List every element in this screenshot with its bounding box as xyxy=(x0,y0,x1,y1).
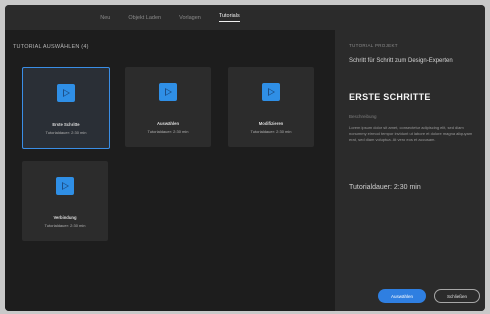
tutorial-card-erste-schritte[interactable]: Erste Schritte Tutorialdauer: 2:30 min xyxy=(22,67,110,149)
details-panel: TUTORIAL PROJEKT Schritt für Schritt zum… xyxy=(335,5,485,311)
play-icon xyxy=(57,84,75,102)
tab-vorlagen[interactable]: Vorlagen xyxy=(179,15,201,21)
tab-objekt-laden[interactable]: Objekt Laden xyxy=(128,15,161,21)
panel-sublabel: Beschreibung xyxy=(349,114,377,119)
play-icon xyxy=(159,83,177,101)
card-duration: Tutorialdauer: 2:30 min xyxy=(44,223,86,228)
tab-neu[interactable]: Neu xyxy=(100,15,110,21)
tutorial-card-verbindung[interactable]: Verbindung Tutorialdauer: 2:30 min xyxy=(22,161,108,241)
tutorial-card-modifizieren[interactable]: Modifizieren Tutorialdauer: 2:30 min xyxy=(228,67,314,147)
card-duration: Tutorialdauer: 2:30 min xyxy=(45,130,87,135)
card-title: Erste Schritte xyxy=(52,122,80,127)
panel-lead: Schritt für Schritt zum Design-Experten xyxy=(349,58,453,64)
panel-description: Lorem ipsum dolor sit amet, consectetur … xyxy=(349,125,473,142)
select-button[interactable]: Auswählen xyxy=(378,289,426,303)
card-title: Verbindung xyxy=(53,215,77,220)
card-duration: Tutorialdauer: 2:30 min xyxy=(250,129,292,134)
tutorial-card-auswaehlen[interactable]: Auswählen Tutorialdauer: 2:30 min xyxy=(125,67,211,147)
play-icon xyxy=(56,177,74,195)
tab-bar: Neu Objekt Laden Vorlagen Tutorials xyxy=(5,5,335,30)
section-title: TUTORIAL AUSWÄHLEN (4) xyxy=(13,44,89,50)
play-icon xyxy=(262,83,280,101)
close-button[interactable]: Schließen xyxy=(434,289,480,303)
card-title: Auswählen xyxy=(156,121,180,126)
tutorial-grid-area: TUTORIAL AUSWÄHLEN (4) Erste Schritte Tu… xyxy=(5,30,335,311)
card-duration: Tutorialdauer: 2:30 min xyxy=(147,129,189,134)
panel-eyebrow: TUTORIAL PROJEKT xyxy=(349,43,398,48)
dialog-window: Neu Objekt Laden Vorlagen Tutorials TUTO… xyxy=(5,5,485,311)
panel-duration: Tutorialdauer: 2:30 min xyxy=(349,184,421,191)
panel-heading: ERSTE SCHRITTE xyxy=(349,92,431,102)
tab-tutorials[interactable]: Tutorials xyxy=(218,13,240,22)
card-title: Modifizieren xyxy=(258,121,284,126)
